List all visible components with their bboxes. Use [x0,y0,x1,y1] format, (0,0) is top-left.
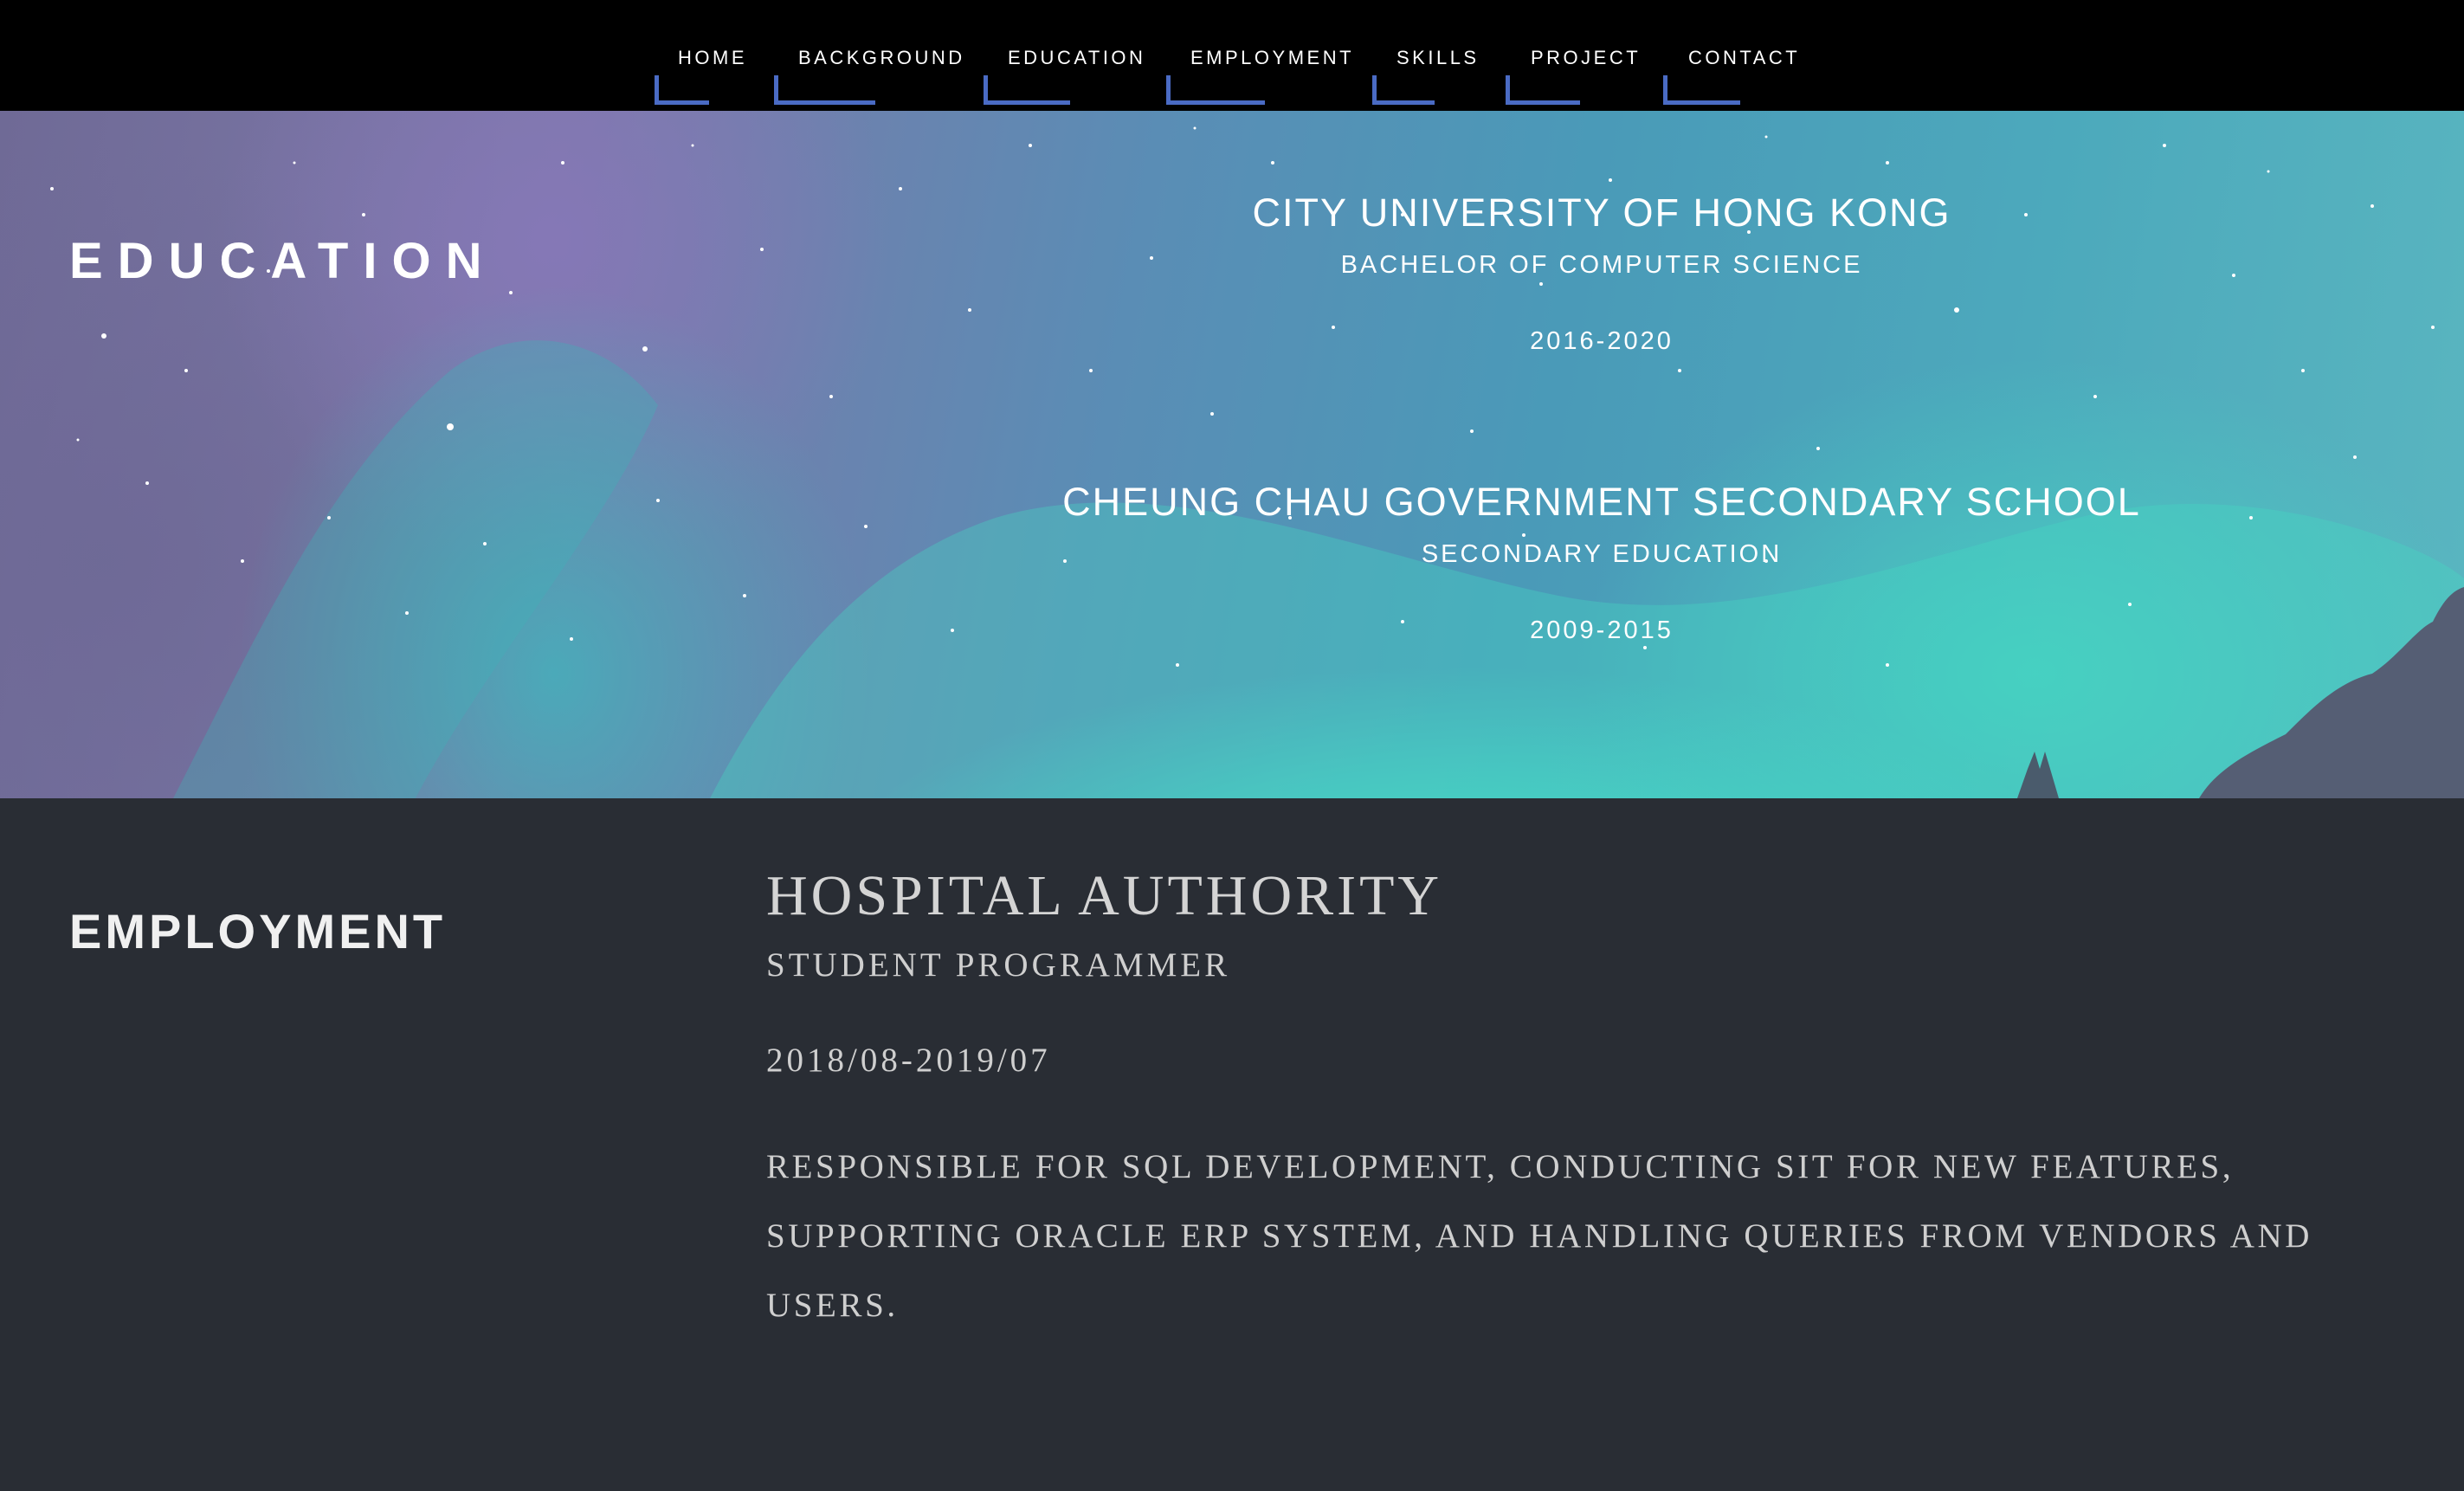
aurora-streak [173,340,658,798]
nav-link-contact[interactable]: CONTACT [1663,0,1797,111]
degree-name: SECONDARY EDUCATION [1421,540,1783,568]
nav-bracket-accent [984,75,1070,105]
employment-heading: EMPLOYMENT [69,904,447,959]
nav-label: SKILLS [1396,47,1480,68]
job-description: RESPONSIBLE FOR SQL DEVELOPMENT, CONDUCT… [766,1148,2313,1324]
nav-bracket-accent [1372,75,1435,105]
nav-link-background[interactable]: BACKGROUND [774,0,962,111]
nav-link-project[interactable]: PROJECT [1506,0,1638,111]
nav-label: EMPLOYMENT [1190,47,1355,68]
education-heading: EDUCATION [69,233,497,290]
education-entry: CHEUNG CHAU GOVERNMENT SECONDARY SCHOOL … [909,480,2294,646]
nav-link-education[interactable]: EDUCATION [984,0,1143,111]
nav-bracket-accent [1506,75,1580,105]
nav-bracket-accent [1663,75,1740,105]
top-navbar: HOME BACKGROUND EDUCATION EMPLOYMENT SKI… [0,0,2464,111]
nav-label: PROJECT [1531,47,1642,68]
education-section: EDUCATION CITY UNIVERSITY OF HONG KONG B… [0,111,2464,798]
nav-bracket-accent [774,75,875,105]
employment-entry: HOSPITAL AUTHORITY STUDENT PROGRAMMER 20… [766,864,2394,1340]
nav-label: BACKGROUND [798,47,965,68]
nav-bracket-accent [1166,75,1265,105]
nav-bracket-accent [655,75,709,105]
nav-link-employment[interactable]: EMPLOYMENT [1166,0,1351,111]
employment-dates: 2018/08-2019/07 [766,1042,1051,1079]
school-name: CHEUNG CHAU GOVERNMENT SECONDARY SCHOOL [1062,480,2141,524]
education-years: 2016-2020 [1530,327,1674,355]
job-title: STUDENT PROGRAMMER [766,946,1231,984]
education-entry: CITY UNIVERSITY OF HONG KONG BACHELOR OF… [909,190,2294,357]
nav-link-home[interactable]: HOME [655,0,745,111]
employment-section: EMPLOYMENT HOSPITAL AUTHORITY STUDENT PR… [0,798,2464,1491]
nav-label: EDUCATION [1008,47,1146,68]
school-name: CITY UNIVERSITY OF HONG KONG [1252,190,1951,235]
education-years: 2009-2015 [1530,616,1674,644]
nav-link-skills[interactable]: SKILLS [1372,0,1476,111]
degree-name: BACHELOR OF COMPUTER SCIENCE [1340,251,1863,279]
company-name: HOSPITAL AUTHORITY [766,864,1443,927]
nav-label: HOME [678,47,747,68]
nav-label: CONTACT [1688,47,1801,68]
